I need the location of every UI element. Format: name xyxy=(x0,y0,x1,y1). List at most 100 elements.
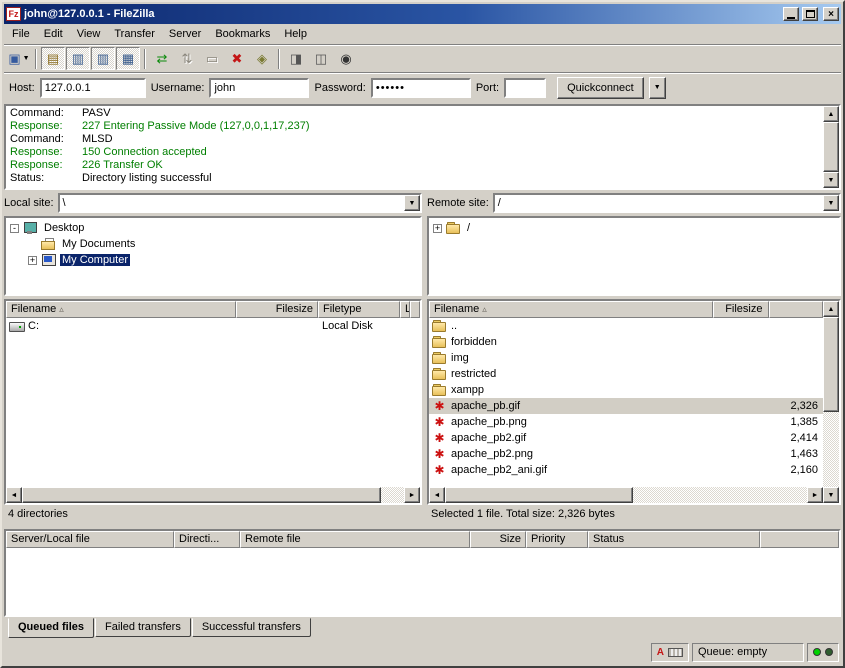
scroll-thumb[interactable] xyxy=(823,122,839,172)
log-scrollbar[interactable]: ▲ ▼ xyxy=(823,106,839,188)
menu-item-view[interactable]: View xyxy=(70,25,108,43)
remote-site-combo[interactable]: / ▼ xyxy=(493,193,841,213)
column-header-filename[interactable]: Filename▵ xyxy=(6,301,236,318)
menu-item-server[interactable]: Server xyxy=(162,25,208,43)
tab-successful-transfers[interactable]: Successful transfers xyxy=(192,618,311,637)
scroll-left-button[interactable]: ◄ xyxy=(6,487,22,503)
column-header-remote-file[interactable]: Remote file xyxy=(240,531,470,548)
port-input[interactable] xyxy=(504,78,546,98)
scroll-thumb[interactable] xyxy=(22,487,381,503)
column-header-directi[interactable]: Directi... xyxy=(174,531,240,548)
menu-item-bookmarks[interactable]: Bookmarks xyxy=(208,25,277,43)
file-row-item[interactable]: .. xyxy=(429,318,823,334)
remote-file-list[interactable]: ..forbiddenimgrestrictedxamppapache_pb.g… xyxy=(429,318,823,487)
cancel-operation-button[interactable]: ✖ xyxy=(225,47,249,70)
find-files-button[interactable]: ◉ xyxy=(334,47,358,70)
file-row-forbidden[interactable]: forbidden xyxy=(429,334,823,350)
local-site-combo[interactable]: \ ▼ xyxy=(58,193,422,213)
toggle-message-log-button[interactable]: ▤ xyxy=(41,47,65,70)
process-queue-button[interactable]: ⇅ xyxy=(175,47,199,70)
scroll-track[interactable] xyxy=(445,487,807,503)
scroll-left-button[interactable]: ◄ xyxy=(429,487,445,503)
refresh-button[interactable]: ⇄ xyxy=(150,47,174,70)
scroll-thumb[interactable] xyxy=(823,317,839,412)
quickconnect-button[interactable]: Quickconnect xyxy=(557,77,644,99)
local-hscrollbar[interactable]: ◄ ► xyxy=(6,487,420,503)
scroll-up-button[interactable]: ▲ xyxy=(823,301,839,317)
log-line: Command:PASV xyxy=(6,107,823,120)
minimize-button[interactable] xyxy=(783,7,799,21)
close-button[interactable]: × xyxy=(823,7,839,21)
scroll-track[interactable] xyxy=(823,122,839,172)
log-text: 150 Connection accepted xyxy=(82,146,207,159)
remote-site-dropdown-button[interactable]: ▼ xyxy=(823,195,839,211)
column-header-l[interactable]: L xyxy=(400,301,410,318)
maximize-button[interactable] xyxy=(802,7,818,21)
tree-item-my-documents[interactable]: My Documents xyxy=(7,236,419,252)
file-name: .. xyxy=(451,318,457,334)
tree-item-desktop[interactable]: -Desktop xyxy=(7,220,419,236)
scroll-right-button[interactable]: ► xyxy=(404,487,420,503)
file-red-icon xyxy=(432,448,447,460)
tree-expander-icon[interactable]: + xyxy=(433,224,442,233)
local-tree: -DesktopMy Documents+My Computer xyxy=(4,216,422,296)
quickconnect-dropdown-button[interactable]: ▼ xyxy=(649,77,666,99)
column-header-filesize[interactable]: Filesize xyxy=(236,301,318,318)
file-row-xampp[interactable]: xampp xyxy=(429,382,823,398)
column-header-size[interactable]: Size xyxy=(470,531,526,548)
tree-item-item[interactable]: +/ xyxy=(430,220,838,236)
file-row-img[interactable]: img xyxy=(429,350,823,366)
toggle-message-log-icon: ▤ xyxy=(47,52,59,65)
file-row-apache-pb2-png[interactable]: apache_pb2.png1,463 xyxy=(429,446,823,462)
menu-item-edit[interactable]: Edit xyxy=(37,25,70,43)
menu-item-file[interactable]: File xyxy=(5,25,37,43)
toggle-local-tree-button[interactable]: ▥ xyxy=(66,47,90,70)
scroll-track[interactable] xyxy=(22,487,404,503)
file-row-apache-pb2-gif[interactable]: apache_pb2.gif2,414 xyxy=(429,430,823,446)
scroll-down-button[interactable]: ▼ xyxy=(823,487,839,503)
file-row-apache-pb-gif[interactable]: apache_pb.gif2,326 xyxy=(429,398,823,414)
queue-list[interactable] xyxy=(6,548,839,615)
file-row-c[interactable]: C:Local Disk xyxy=(6,318,420,334)
column-header-filesize[interactable]: Filesize xyxy=(713,301,769,318)
tab-failed-transfers[interactable]: Failed transfers xyxy=(95,618,191,637)
tree-expander-icon[interactable]: - xyxy=(10,224,19,233)
remote-hscrollbar[interactable]: ◄ ► xyxy=(429,487,823,503)
site-manager-button[interactable]: ▣▼ xyxy=(7,47,31,70)
remote-vscrollbar[interactable]: ▲ ▼ xyxy=(823,301,839,503)
scroll-right-button[interactable]: ► xyxy=(807,487,823,503)
username-input[interactable] xyxy=(209,78,309,98)
host-input[interactable] xyxy=(40,78,146,98)
column-header-server-local-file[interactable]: Server/Local file xyxy=(6,531,174,548)
directory-comparison-button[interactable]: ◫ xyxy=(309,47,333,70)
local-site-dropdown-button[interactable]: ▼ xyxy=(404,195,420,211)
tab-queued-files[interactable]: Queued files xyxy=(8,618,94,638)
toggle-remote-tree-button[interactable]: ▥ xyxy=(91,47,115,70)
log-line: Command:MLSD xyxy=(6,133,823,146)
column-header-filetype[interactable]: Filetype xyxy=(318,301,400,318)
filename-filters-button[interactable]: ◨ xyxy=(284,47,308,70)
column-header-status[interactable]: Status xyxy=(588,531,760,548)
file-row-apache-pb-png[interactable]: apache_pb.png1,385 xyxy=(429,414,823,430)
binary-indicator-icon xyxy=(668,648,683,657)
scroll-thumb[interactable] xyxy=(445,487,633,503)
scroll-down-button[interactable]: ▼ xyxy=(823,172,839,188)
scroll-track[interactable] xyxy=(823,317,839,487)
queue-status-text: Queue: empty xyxy=(698,646,767,658)
scroll-up-button[interactable]: ▲ xyxy=(823,106,839,122)
tree-expander-icon[interactable]: + xyxy=(28,256,37,265)
column-header-priority[interactable]: Priority xyxy=(526,531,588,548)
file-row-apache-pb2-ani-gif[interactable]: apache_pb2_ani.gif2,160 xyxy=(429,462,823,478)
column-header-filename[interactable]: Filename▵ xyxy=(429,301,713,318)
local-file-list[interactable]: C:Local Disk xyxy=(6,318,420,487)
menu-item-help[interactable]: Help xyxy=(277,25,314,43)
title-bar[interactable]: Fz john@127.0.0.1 - FileZilla × xyxy=(4,4,841,24)
tree-item-my-computer[interactable]: +My Computer xyxy=(7,252,419,268)
toggle-transfer-queue-button[interactable]: ▦ xyxy=(116,47,140,70)
preview-window-button[interactable]: ▭ xyxy=(200,47,224,70)
menu-item-transfer[interactable]: Transfer xyxy=(107,25,162,43)
file-row-restricted[interactable]: restricted xyxy=(429,366,823,382)
password-input[interactable] xyxy=(371,78,471,98)
disconnect-button[interactable]: ◈ xyxy=(250,47,274,70)
directory-comparison-icon: ◫ xyxy=(315,52,327,65)
